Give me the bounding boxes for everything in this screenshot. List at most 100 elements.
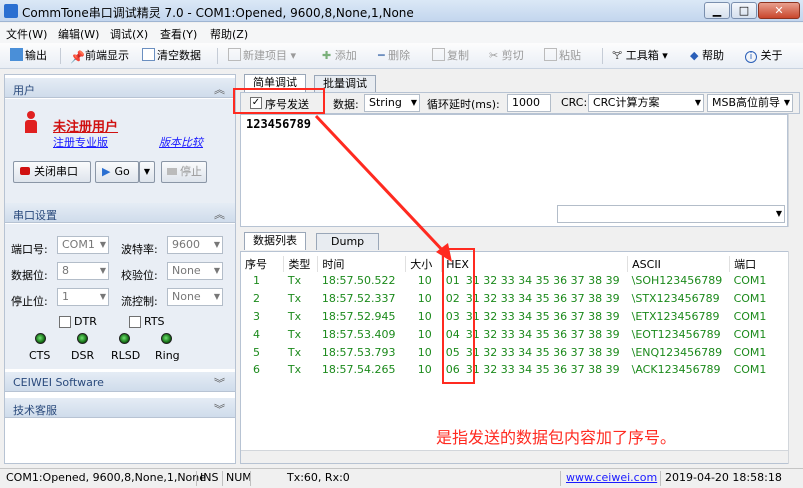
table-row[interactable]: 3 Tx 18:57.52.945 10 03 31 32 33 34 35 36 37 … [241,308,789,326]
user-section-header[interactable]: 用户 ︽ [5,78,235,98]
add-button[interactable]: ✚ 添加 [322,48,357,64]
row-size: 10 [417,327,432,341]
stop-button[interactable]: 停止 [161,161,207,183]
port-select[interactable]: COM1 ▼ [57,236,109,254]
row-ascii: \SOH123456789 [631,274,723,288]
cut-button[interactable]: ✂ 剪切 [489,48,524,64]
go-button[interactable]: ▶ Go [95,161,139,183]
table-header: 序号 类型 时间 大小 HEX ASCII 端口 [241,256,789,272]
toolbar: 输出 📌前端显示 清空数据 新建项目 ▾ ✚ 添加 ━ 删除 复制 ✂ 剪切 粘… [0,43,803,69]
data-type-label: 数据: [333,98,359,111]
rlsd-led-icon [119,333,130,344]
send-text-area[interactable]: 123456789 ▼ [240,114,788,227]
minimize-button[interactable]: ▁ [704,2,730,19]
tab-data-list[interactable]: 数据列表 [244,232,306,250]
row-time: 18:57.52.945 [321,309,396,323]
table-row[interactable]: 5 Tx 18:57.53.793 10 05 31 32 33 34 35 36 37 … [241,343,789,361]
crc-label: CRC: [561,96,588,109]
col-type[interactable]: 类型 [283,256,319,272]
stop-bits-select[interactable]: 1 ▼ [57,288,109,306]
flow-control-select[interactable]: None ▼ [167,288,223,306]
output-button[interactable]: 输出 [10,48,47,64]
msb-select[interactable]: MSB高位前导 ▼ [707,94,793,112]
baud-select[interactable]: 9600 ▼ [167,236,223,254]
window-title: CommTone串口调试精灵 7.0 - COM1:Opened, 9600,8… [22,6,414,20]
dsr-led-icon [77,333,88,344]
seq-send-highlight [233,88,325,114]
row-time: 18:57.52.337 [321,292,396,306]
table-row[interactable]: 1 Tx 18:57.50.522 10 01 31 32 33 34 35 36 37 … [241,272,789,290]
support-section-header[interactable]: 技术客服 ︾ [5,398,235,418]
row-hex-bytes: 31 32 33 34 35 36 37 38 39 [465,327,620,341]
parity-select[interactable]: None ▼ [167,262,223,280]
data-bits-select[interactable]: 8 ▼ [57,262,109,280]
copy-button[interactable]: 复制 [432,48,469,64]
delete-button[interactable]: ━ 删除 [378,48,410,64]
dtr-checkbox[interactable] [59,316,71,328]
about-button[interactable]: i 关于 [745,48,783,64]
tab-dump[interactable]: Dump [316,233,380,250]
go-dropdown-button[interactable]: ▼ [139,161,155,183]
menu-file[interactable]: 文件(W) [6,26,47,42]
maximize-button[interactable]: □ [731,2,757,19]
pause-icon [167,168,177,175]
cts-label: CTS [29,349,51,362]
close-window-button[interactable]: ✕ [758,2,800,19]
menu-debug[interactable]: 调试(X) [110,26,148,42]
send-text: 123456789 [246,117,312,131]
send-scrollbar[interactable] [788,114,801,227]
front-display-button[interactable]: 📌前端显示 [70,48,129,64]
port-label: 端口号: [11,243,48,256]
user-section: 未注册用户 注册专业版 版本比较 关闭串口 ▶ Go ▼ 停止 [5,99,235,204]
table-row[interactable]: 6 Tx 18:57.54.265 10 06 31 32 33 34 35 36 37 … [241,361,789,379]
row-port: COM1 [733,309,767,323]
col-port[interactable]: 端口 [729,256,789,272]
clear-data-button[interactable]: 清空数据 [142,48,201,64]
register-pro-link[interactable]: 注册专业版 [53,134,108,150]
title-bar: CommTone串口调试精灵 7.0 - COM1:Opened, 9600,8… [0,0,803,22]
version-compare-link[interactable]: 版本比较 [159,134,203,150]
expand-icon[interactable]: ︾ [214,375,225,391]
rts-checkbox[interactable] [129,316,141,328]
collapse-icon[interactable]: ︽ [214,81,225,97]
website-link[interactable]: www.ceiwei.com [560,471,657,486]
table-row[interactable]: 2 Tx 18:57.52.337 10 02 31 32 33 34 35 36 37 … [241,290,789,308]
row-port: COM1 [733,363,767,377]
data-list-panel: 序号 类型 时间 大小 HEX ASCII 端口 1 Tx 18:57.50.522… [240,251,800,464]
col-time[interactable]: 时间 [317,256,407,272]
data-type-select[interactable]: String ▼ [364,94,420,112]
help-button[interactable]: ◆ 帮助 [690,48,724,64]
loop-delay-input[interactable]: 1000 [507,94,551,112]
col-size[interactable]: 大小 [405,256,443,272]
row-seq: 2 [253,292,260,306]
row-type: Tx [287,309,302,323]
dtr-label: DTR [74,315,97,328]
expand-icon[interactable]: ︾ [214,401,225,417]
paste-button[interactable]: 粘贴 [544,48,581,64]
row-port: COM1 [733,345,767,359]
serial-settings-header[interactable]: 串口设置 ︽ [5,203,235,223]
stop-bits-label: 停止位: [11,295,48,308]
crc-scheme-select[interactable]: CRC计算方案 ▼ [588,94,704,112]
output-icon [10,48,23,61]
col-seq[interactable]: 序号 [241,256,285,272]
data-table: 序号 类型 时间 大小 HEX ASCII 端口 1 Tx 18:57.50.522… [241,256,789,379]
unregistered-user-link[interactable]: 未注册用户 [53,116,118,135]
row-type: Tx [287,274,302,288]
menu-view[interactable]: 查看(Y) [160,26,197,42]
menu-help[interactable]: 帮助(Z) [210,26,248,42]
toolbox-button[interactable]: 🝖 工具箱 ▾ [612,48,668,64]
new-item-button[interactable]: 新建项目 ▾ [228,48,296,64]
list-scrollbar[interactable] [788,251,801,464]
ceiwei-section-header[interactable]: CEIWEI Software ︾ [5,372,235,392]
cts-led-icon [35,333,46,344]
loop-delay-label: 循环延时(ms): [427,98,500,111]
menu-edit[interactable]: 编辑(W) [58,26,99,42]
table-row[interactable]: 4 Tx 18:57.53.409 10 04 31 32 33 34 35 36 37 … [241,325,789,343]
col-ascii[interactable]: ASCII [627,256,731,272]
collapse-icon[interactable]: ︽ [214,206,225,222]
close-port-button[interactable]: 关闭串口 [13,161,91,183]
history-select[interactable]: ▼ [557,205,785,223]
status-num: NUM [222,471,252,486]
horizontal-scrollbar[interactable] [241,450,789,463]
